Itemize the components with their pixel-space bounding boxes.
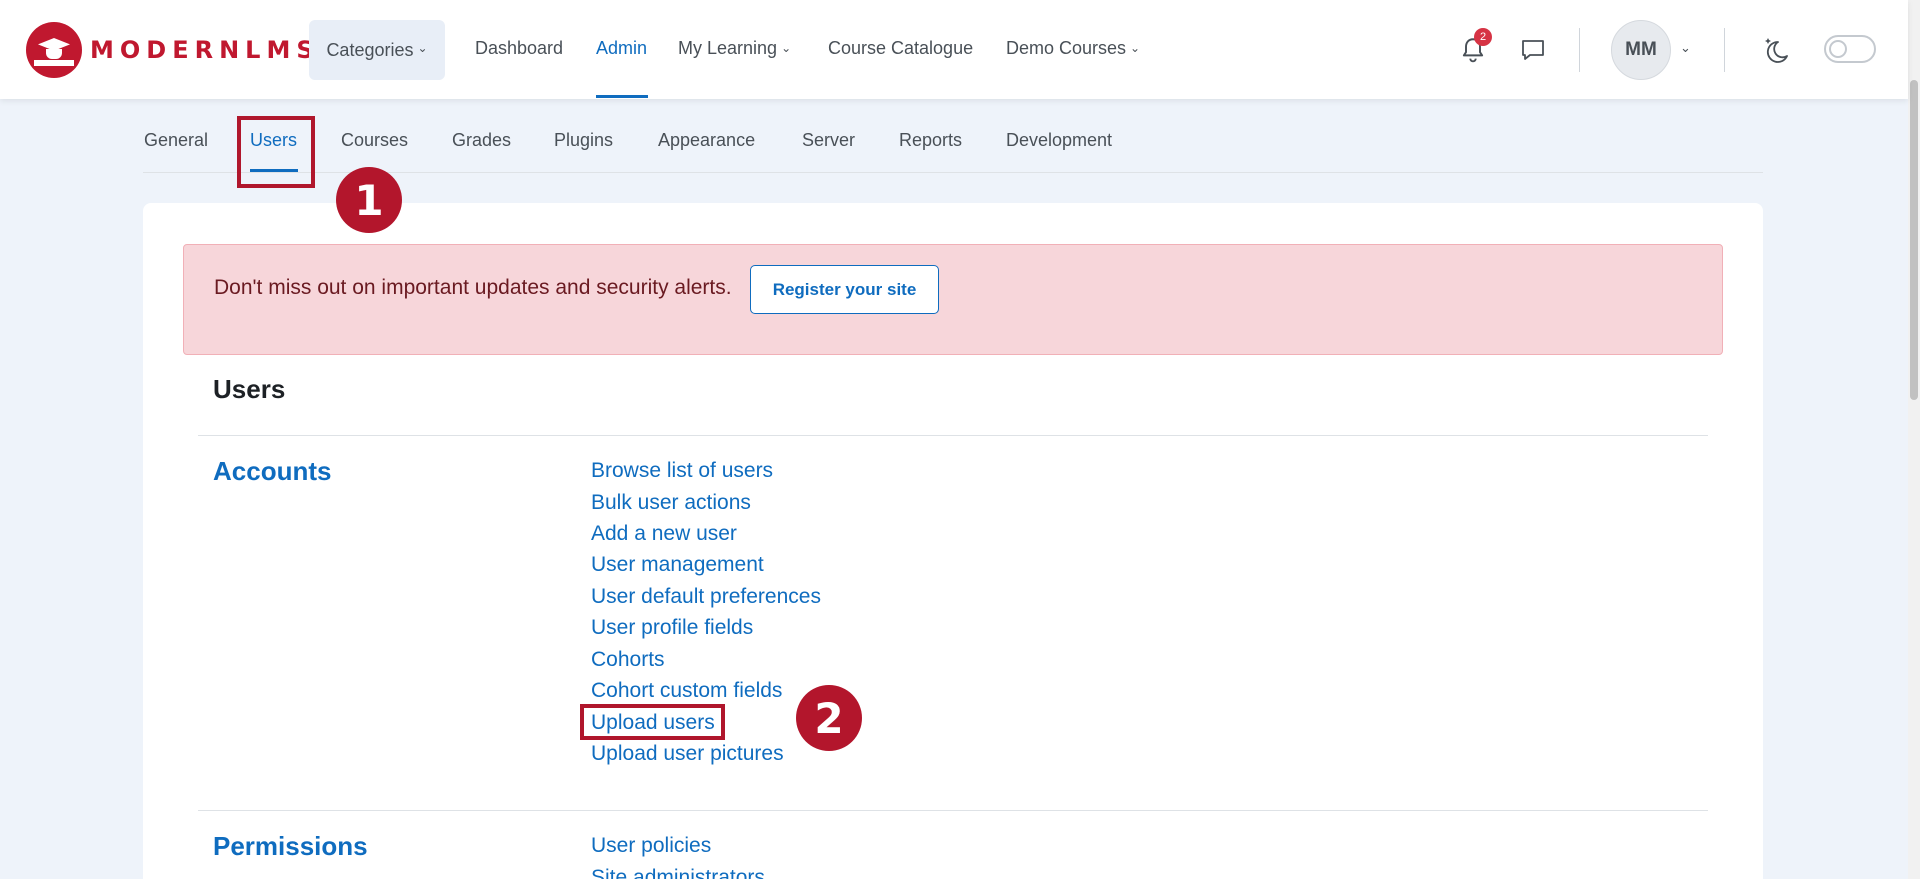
navbar-divider — [1724, 28, 1725, 72]
highlight-box-upload-users — [580, 704, 725, 740]
step-marker-2: 2 — [796, 685, 862, 751]
register-site-button[interactable]: Register your site — [750, 265, 939, 314]
link-user-profile-fields[interactable]: User profile fields — [591, 616, 753, 640]
nav-my-learning-label: My Learning — [678, 38, 778, 58]
link-add-a-new-user[interactable]: Add a new user — [591, 522, 737, 546]
link-user-management[interactable]: User management — [591, 553, 764, 577]
logo-text: MODERNLMS — [90, 36, 320, 64]
divider — [198, 435, 1708, 436]
toggle-knob — [1829, 40, 1847, 58]
link-cohort-custom-fields[interactable]: Cohort custom fields — [591, 679, 782, 703]
nav-my-learning[interactable]: My Learning ⌄ — [678, 38, 791, 59]
scrollbar-thumb[interactable] — [1910, 80, 1918, 400]
nav-dashboard[interactable]: Dashboard — [475, 38, 563, 59]
user-avatar[interactable]: MM — [1611, 20, 1671, 80]
tab-appearance[interactable]: Appearance — [658, 130, 755, 151]
dark-mode-moon-icon[interactable] — [1760, 34, 1792, 66]
dark-mode-toggle[interactable] — [1824, 35, 1876, 63]
divider — [198, 810, 1708, 811]
link-cohorts[interactable]: Cohorts — [591, 648, 665, 672]
nav-categories-label: Categories — [326, 39, 414, 60]
navbar-divider — [1579, 28, 1580, 72]
category-heading-accounts[interactable]: Accounts — [213, 456, 331, 487]
tab-plugins[interactable]: Plugins — [554, 130, 613, 151]
nav-active-indicator — [596, 95, 648, 98]
link-site-administrators[interactable]: Site administrators — [591, 866, 765, 879]
tab-general[interactable]: General — [144, 130, 208, 151]
nav-demo-courses-label: Demo Courses — [1006, 38, 1127, 58]
notification-badge: 2 — [1474, 28, 1492, 46]
graduation-cap-icon — [26, 22, 82, 78]
chevron-down-icon[interactable]: ⌄ — [1680, 40, 1691, 56]
nav-categories[interactable]: Categories ⌄ — [309, 20, 445, 80]
link-user-default-preferences[interactable]: User default preferences — [591, 585, 821, 609]
tab-development[interactable]: Development — [1006, 130, 1112, 151]
top-navbar: MODERNLMS Categories ⌄ Dashboard Admin My… — [0, 0, 1908, 99]
tab-server[interactable]: Server — [802, 130, 855, 151]
page-section-title: Users — [213, 374, 286, 404]
nav-demo-courses[interactable]: Demo Courses ⌄ — [1006, 38, 1140, 59]
alert-message: Don't miss out on important updates and … — [214, 276, 732, 299]
chevron-down-icon: ⌄ — [781, 41, 792, 55]
site-logo[interactable]: MODERNLMS — [26, 22, 320, 78]
category-heading-permissions[interactable]: Permissions — [213, 831, 368, 862]
link-browse-list-of-users[interactable]: Browse list of users — [591, 459, 773, 483]
highlight-box-users-tab — [237, 116, 315, 188]
page-scrollbar[interactable] — [1908, 0, 1920, 879]
nav-admin[interactable]: Admin — [596, 38, 647, 59]
nav-course-catalogue[interactable]: Course Catalogue — [828, 38, 973, 59]
link-user-policies[interactable]: User policies — [591, 834, 711, 858]
link-upload-user-pictures[interactable]: Upload user pictures — [591, 742, 784, 766]
link-bulk-user-actions[interactable]: Bulk user actions — [591, 491, 751, 515]
tab-reports[interactable]: Reports — [899, 130, 962, 151]
step-marker-1: 1 — [336, 167, 402, 233]
message-icon[interactable] — [1520, 38, 1546, 62]
chevron-down-icon: ⌄ — [1130, 41, 1141, 55]
tab-grades[interactable]: Grades — [452, 130, 511, 151]
tab-courses[interactable]: Courses — [341, 130, 408, 151]
chevron-down-icon: ⌄ — [417, 41, 428, 55]
